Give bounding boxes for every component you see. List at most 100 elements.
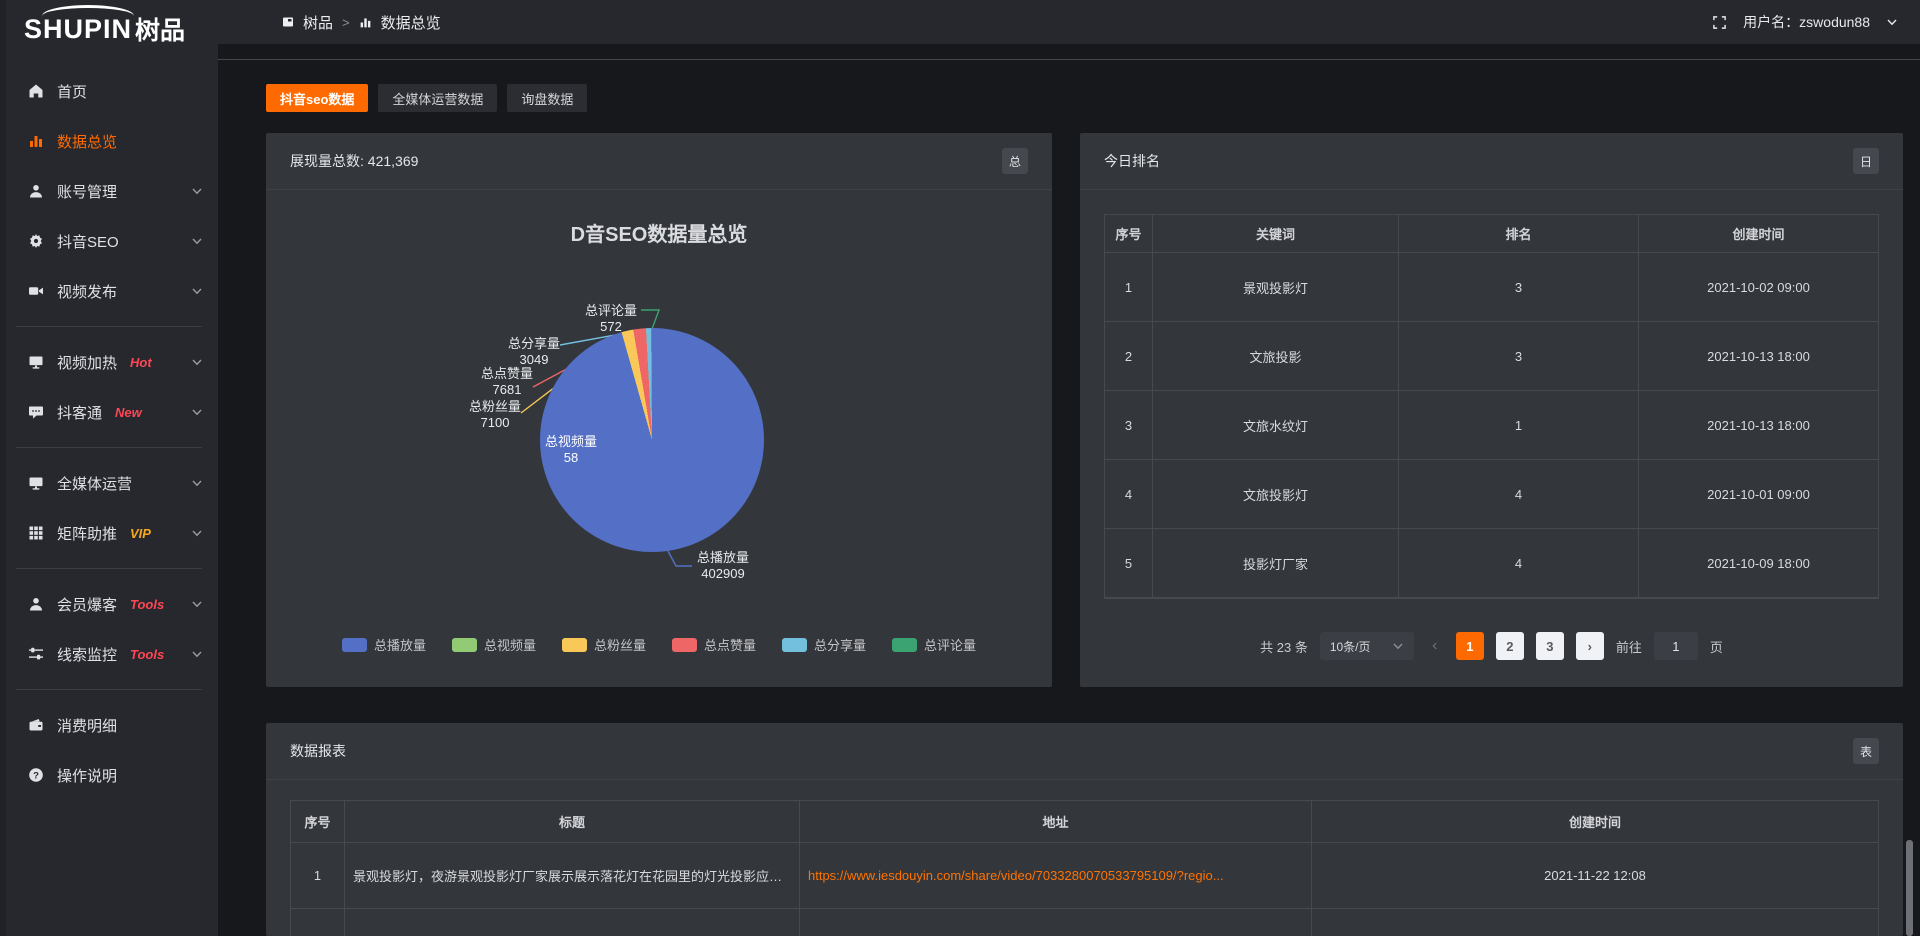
sidebar-item-badge: Hot (130, 355, 152, 370)
report-panel-title: 数据报表 (290, 741, 346, 761)
sidebar-item-label: 抖客通 (57, 402, 102, 423)
sidebar-item-线索监控[interactable]: 线索监控Tools (0, 629, 218, 679)
sidebar-item-首页[interactable]: 首页 (0, 66, 218, 116)
wallet-icon (27, 717, 44, 733)
next-page-button[interactable]: › (1576, 632, 1604, 660)
ranking-cell: 3 (1105, 391, 1153, 460)
chevron-down-icon[interactable] (1886, 16, 1898, 28)
legend-item-总视频量[interactable]: 总视频量 (452, 635, 536, 654)
sidebar-item-全媒体运营[interactable]: 全媒体运营 (0, 458, 218, 508)
pie-label-value: 7681 (447, 382, 567, 398)
column-header-排名: 排名 (1399, 215, 1639, 253)
sidebar-item-label: 全媒体运营 (57, 473, 132, 494)
tab-全媒体运营数据[interactable]: 全媒体运营数据 (378, 84, 497, 112)
column-header-序号: 序号 (291, 801, 345, 843)
sidebar-item-视频加热[interactable]: 视频加热 Hot (0, 337, 218, 387)
sidebar-item-label: 操作说明 (57, 765, 117, 786)
report-cell (800, 909, 1312, 936)
ranking-cell: 5 (1105, 529, 1153, 598)
legend-item-总播放量[interactable]: 总播放量 (342, 635, 426, 654)
table-view-button[interactable]: 表 (1853, 738, 1879, 764)
chevron-down-icon (191, 235, 203, 247)
goto-page-input[interactable]: 1 (1654, 632, 1698, 660)
breadcrumb: 树品>数据总览 (282, 0, 441, 44)
report-cell: https://www.iesdouyin.com/share/video/70… (800, 843, 1312, 909)
prev-page-icon[interactable]: ‹ (1426, 637, 1444, 655)
page-size-select[interactable]: 10条/页 (1320, 632, 1414, 660)
report-text: 1 (314, 868, 321, 883)
legend-item-总点赞量[interactable]: 总点赞量 (672, 635, 756, 654)
ranking-cell: 2021-10-13 18:00 (1639, 391, 1878, 460)
legend-item-总分享量[interactable]: 总分享量 (782, 635, 866, 654)
sidebar-item-矩阵助推[interactable]: 矩阵助推 VIP (0, 508, 218, 558)
ranking-cell: 1 (1105, 253, 1153, 322)
page-button-1[interactable]: 1 (1456, 632, 1484, 660)
sidebar-item-视频发布[interactable]: 视频发布 (0, 266, 218, 316)
sidebar-item-数据总览[interactable]: 数据总览 (0, 116, 218, 166)
app-logo[interactable]: SHUPIN 树品 (0, 0, 218, 58)
page-button-3[interactable]: 3 (1536, 632, 1564, 660)
sidebar-item-label: 矩阵助推 (57, 523, 117, 544)
logo-arc-decoration (42, 5, 134, 16)
ranking-cell: 2021-10-01 09:00 (1639, 460, 1878, 529)
page-size-value: 10条/页 (1330, 638, 1371, 655)
column-header-地址: 地址 (800, 801, 1312, 843)
legend-label: 总播放量 (374, 635, 426, 654)
bar-chart-icon (27, 133, 44, 149)
report-text: 2021-11-22 12:08 (1544, 868, 1646, 883)
sidebar-item-label: 账号管理 (57, 181, 117, 202)
grid-icon (27, 525, 44, 541)
pagination-total: 共 23 条 (1260, 637, 1308, 656)
page-scrollbar[interactable] (1906, 840, 1913, 936)
column-header-创建时间: 创建时间 (1312, 801, 1878, 843)
day-view-button[interactable]: 日 (1853, 148, 1879, 174)
ranking-panel-title: 今日排名 (1104, 151, 1160, 171)
sidebar-item-抖客通[interactable]: 抖客通New (0, 387, 218, 437)
legend-swatch (452, 638, 477, 652)
report-link[interactable]: https://www.iesdouyin.com/share/video/70… (808, 868, 1303, 883)
chart-title: D音SEO数据量总览 (266, 218, 1052, 247)
sidebar-item-消费明细[interactable]: 消费明细 (0, 700, 218, 750)
dashboard-page: { "topbar": { "logo_en": "SHUPIN", "logo… (0, 0, 1920, 936)
column-header-关键词: 关键词 (1153, 215, 1399, 253)
sidebar-item-label: 视频加热 (57, 352, 117, 373)
fullscreen-icon[interactable] (1712, 15, 1727, 30)
legend-item-总粉丝量[interactable]: 总粉丝量 (562, 635, 646, 654)
breadcrumb-item[interactable]: 树品 (303, 12, 333, 33)
chevron-down-icon (191, 598, 203, 610)
sidebar-item-操作说明[interactable]: ? 操作说明 (0, 750, 218, 800)
breadcrumb-item[interactable]: 数据总览 (381, 12, 441, 33)
sidebar: SHUPIN 树品 首页数据总览账号管理抖音SEO 视频发布视频加热 Hot 抖客通N… (0, 0, 218, 936)
pie-label-value: 58 (511, 450, 631, 466)
goto-unit-label: 页 (1710, 637, 1723, 656)
ranking-cell: 文旅投影灯 (1153, 460, 1399, 529)
sidebar-item-会员爆客[interactable]: 会员爆客Tools (0, 579, 218, 629)
tab-询盘数据[interactable]: 询盘数据 (507, 84, 587, 112)
legend-swatch (892, 638, 917, 652)
ranking-table: 序号关键词排名创建时间1景观投影灯32021-10-02 09:002文旅投影3… (1104, 214, 1879, 599)
username-label[interactable]: 用户名：zswodun88 (1743, 12, 1870, 32)
window-icon (282, 16, 294, 28)
legend-swatch (782, 638, 807, 652)
chevron-down-icon (191, 477, 203, 489)
sidebar-item-label: 视频发布 (57, 281, 117, 302)
ranking-cell: 文旅投影 (1153, 322, 1399, 391)
column-header-创建时间: 创建时间 (1639, 215, 1878, 253)
sidebar-item-label: 抖音SEO (57, 231, 119, 252)
sidebar-item-账号管理[interactable]: 账号管理 (0, 166, 218, 216)
mini-chart-icon (359, 16, 372, 29)
sidebar-item-badge: VIP (130, 526, 151, 541)
overview-panel: 展现量总数: 421,369 总 D音SEO数据量总览 总评论量572总分享量3… (266, 133, 1052, 687)
legend-item-总评论量[interactable]: 总评论量 (892, 635, 976, 654)
ranking-panel: 今日排名 日 序号关键词排名创建时间1景观投影灯32021-10-02 09:0… (1080, 133, 1903, 687)
tab-抖音seo数据[interactable]: 抖音seo数据 (266, 84, 368, 112)
question-icon: ? (27, 767, 44, 783)
pie-label-name: 总点赞量 (447, 366, 567, 382)
pie-label-value: 7100 (435, 415, 555, 431)
sidebar-item-抖音SEO[interactable]: 抖音SEO (0, 216, 218, 266)
pie-label-总评论量: 总评论量572 (551, 303, 671, 335)
goto-label: 前往 (1616, 637, 1642, 656)
pie-label-name: 总分享量 (474, 336, 594, 352)
legend-label: 总视频量 (484, 635, 536, 654)
page-button-2[interactable]: 2 (1496, 632, 1524, 660)
